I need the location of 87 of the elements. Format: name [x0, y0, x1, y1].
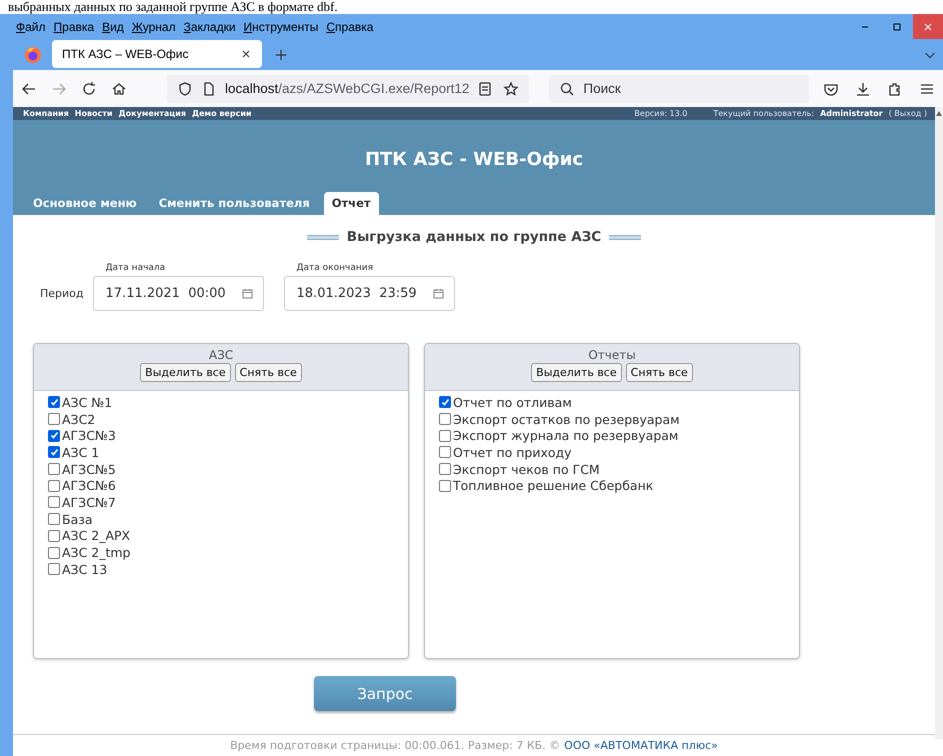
calendar-icon[interactable]	[432, 288, 444, 299]
version-label: Версия: 13.0	[634, 109, 688, 118]
date-field[interactable]: 17.11.2021 00:00	[92, 276, 264, 311]
back-arrow-icon[interactable]	[21, 80, 37, 96]
checkbox[interactable]	[439, 446, 451, 458]
maximize-icon[interactable]	[891, 20, 903, 32]
panel-title: Отчеты	[588, 348, 636, 362]
checkbox[interactable]	[48, 446, 60, 458]
scrollbar[interactable]	[935, 107, 943, 739]
checkbox-label: Экспорт журнала по резервуарам	[453, 428, 678, 444]
nav-tab[interactable]: Сменить пользователя	[150, 192, 318, 215]
panel-button[interactable]: Снять все	[626, 363, 693, 382]
checkbox[interactable]	[48, 430, 60, 442]
menu-item[interactable]: Вид	[102, 20, 124, 34]
checkbox-label: АГЗС№6	[62, 478, 116, 494]
app-title: ПТК АЗС - WEB-Офис	[364, 148, 584, 170]
menu-item[interactable]: Правка	[54, 20, 94, 34]
checkbox-label: База	[62, 512, 93, 527]
top-link[interactable]: Демо версии	[192, 109, 252, 118]
search-field[interactable]: Поиск	[549, 74, 809, 102]
nav-tab[interactable]: Отчет	[324, 192, 379, 215]
checkbox-label: АГЗС№5	[62, 462, 116, 477]
checkbox-label: Экспорт чеков по ГСМ	[453, 462, 600, 477]
menu-item[interactable]: Справка	[326, 20, 374, 34]
checkbox[interactable]	[439, 480, 451, 492]
panel-button[interactable]: Снять все	[234, 363, 302, 382]
menu-item[interactable]: Журнал	[132, 20, 176, 34]
checkbox[interactable]	[48, 496, 60, 508]
checkbox[interactable]	[48, 513, 60, 526]
user-name: Administrator	[820, 109, 883, 118]
checkbox[interactable]	[439, 396, 451, 408]
menu-item[interactable]: Файл	[16, 20, 46, 34]
checkbox[interactable]	[48, 463, 60, 476]
home-icon[interactable]	[111, 80, 127, 96]
checkbox-label: Отчет по отливам	[453, 394, 572, 410]
checkbox-label: АЗС 2_АРХ	[62, 528, 130, 544]
checkbox-label: Экспорт остатков по резервуарам	[453, 412, 680, 427]
checkbox-label: АЗС 13	[62, 562, 108, 577]
menu-item[interactable]: Инструменты	[244, 20, 318, 34]
download-icon[interactable]	[855, 80, 871, 96]
checkbox-label: АГЗС№7	[62, 494, 116, 510]
top-link[interactable]: Документация	[118, 109, 186, 118]
calendar-icon[interactable]	[242, 288, 253, 299]
browser-tab[interactable]: ПТК АЗС – WEB-Офис	[52, 40, 262, 68]
checkbox-label: АЗС 1	[62, 444, 100, 460]
checkbox[interactable]	[48, 396, 60, 408]
address-bar[interactable]: localhost/azs/AZSWebCGI.exe/Report12	[167, 74, 530, 102]
panel-button[interactable]: Выделить все	[531, 363, 622, 382]
checkbox[interactable]	[48, 563, 60, 576]
document-caption: выбранных данных по заданной группе АЗС в формате dbf.	[7, 0, 339, 14]
checkbox[interactable]	[439, 463, 451, 476]
checkbox-label: Топливное решение Сбербанк	[453, 478, 654, 494]
logout-link[interactable]: ( Выход )	[888, 109, 927, 118]
checkbox[interactable]	[48, 530, 60, 542]
panel-title: АЗС	[208, 348, 234, 362]
checkbox[interactable]	[48, 546, 60, 559]
menu-item[interactable]: Закладки	[184, 20, 236, 34]
checkbox-label: АЗС №1	[62, 394, 112, 410]
top-link[interactable]: Новости	[74, 109, 113, 118]
checkbox[interactable]	[439, 413, 451, 426]
checkbox[interactable]	[48, 480, 60, 492]
checkbox[interactable]	[439, 430, 451, 442]
date-field[interactable]: 18.01.2023 23:59	[284, 276, 455, 311]
shield-icon[interactable]	[177, 80, 193, 96]
company-link[interactable]: ООО «АВТОМАТИКА плюс»	[564, 739, 718, 752]
checkbox-label: АЗС2	[62, 412, 96, 427]
checkbox[interactable]	[48, 413, 60, 426]
current-user-label: Текущий пользователь:	[713, 109, 814, 118]
period-label: Период	[40, 287, 84, 300]
search-icon[interactable]	[559, 80, 576, 96]
star-icon[interactable]	[503, 80, 520, 96]
close-icon[interactable]	[240, 48, 252, 60]
report-title: Выгрузка данных по группе АЗС	[346, 229, 602, 245]
reader-view-icon[interactable]	[477, 80, 494, 96]
checkbox-label: Отчет по приходу	[453, 444, 572, 460]
date-label: Дата окончания	[296, 263, 374, 273]
top-link[interactable]: Компания	[23, 109, 69, 118]
footer-text: Время подготовки страницы: 00:00.061. Размер: 7 КБ. ©	[230, 739, 560, 752]
checkbox-label: АГЗС№3	[62, 428, 116, 444]
checkbox-label: АЗС 2_tmp	[62, 545, 130, 560]
browser-logo-icon[interactable]	[24, 46, 42, 64]
scroll-up-arrow-icon[interactable]	[936, 111, 942, 116]
reload-icon[interactable]	[81, 80, 97, 96]
panel-button[interactable]: Выделить все	[140, 363, 231, 382]
plus-icon[interactable]	[274, 48, 288, 62]
nav-tab[interactable]: Основное меню	[25, 192, 145, 215]
date-label: Дата начала	[104, 263, 166, 273]
